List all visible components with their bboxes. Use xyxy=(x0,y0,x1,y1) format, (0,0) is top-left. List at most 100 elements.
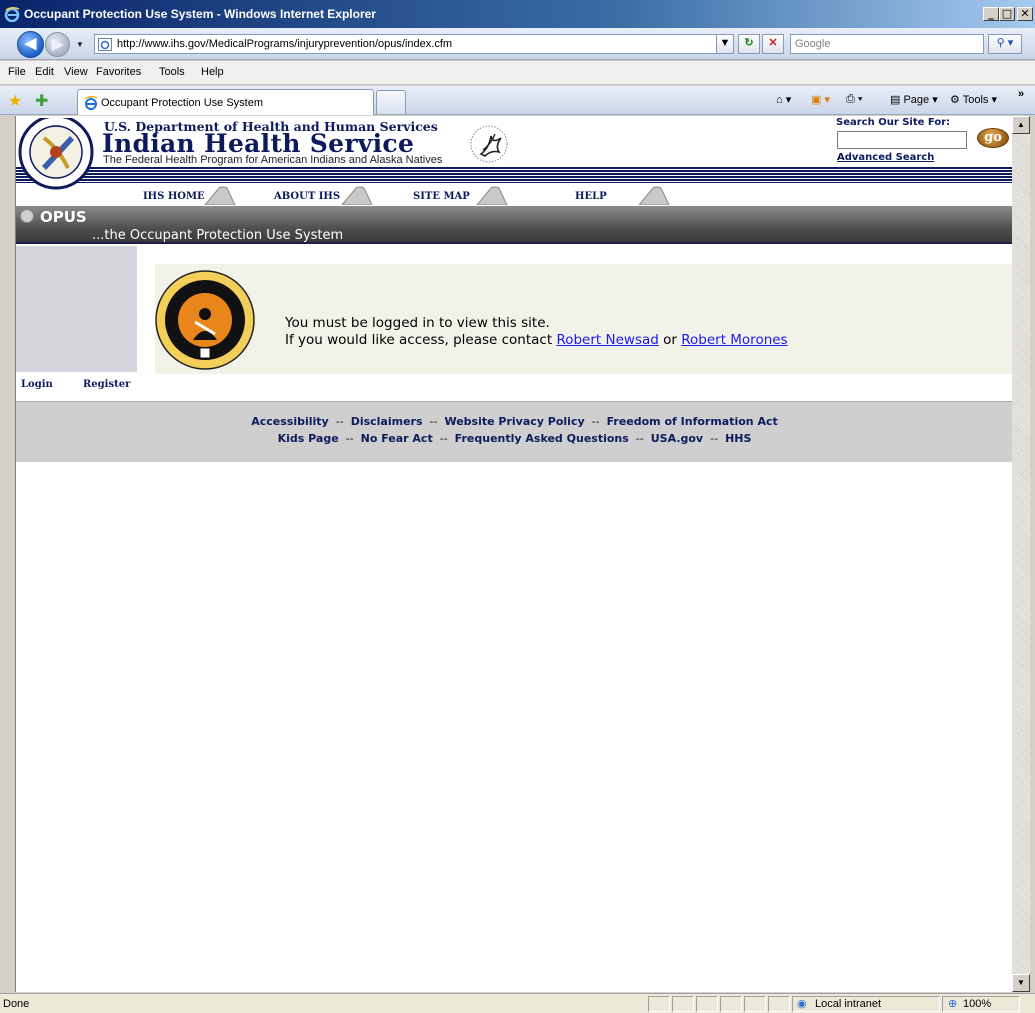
nav-ihs-home[interactable]: IHS HOME xyxy=(143,191,205,202)
footer-separator: -- xyxy=(439,432,448,445)
nav-tab-divider xyxy=(341,186,373,205)
footer-link-faq[interactable]: Frequently Asked Questions xyxy=(455,432,629,445)
internet-explorer-icon xyxy=(4,6,20,22)
opus-banner: OPUS ...the Occupant Protection Use Syst… xyxy=(16,206,1012,244)
security-zone-text: Local intranet xyxy=(815,998,882,1010)
page-viewport: U.S. Department of Health and Human Serv… xyxy=(15,116,1012,992)
footer-separator: -- xyxy=(345,432,354,445)
advanced-search-link[interactable]: Advanced Search xyxy=(837,152,934,163)
footer-link-accessibility[interactable]: Accessibility xyxy=(251,415,329,428)
address-text: http://www.ihs.gov/MedicalPrograms/injur… xyxy=(117,38,453,50)
tab-label: Occupant Protection Use System xyxy=(101,97,264,109)
internet-explorer-icon xyxy=(84,96,98,110)
agency-tagline: The Federal Health Program for American … xyxy=(103,154,443,166)
go-button[interactable]: go xyxy=(977,128,1009,148)
or-text: or xyxy=(663,332,677,348)
menu-tools[interactable]: Tools xyxy=(159,66,185,78)
page-footer: Accessibility -- Disclaimers -- Website Priv… xyxy=(16,401,1012,462)
minimize-button[interactable]: _ xyxy=(983,7,999,21)
nav-help[interactable]: HELP xyxy=(575,191,607,202)
opus-subtitle: ...the Occupant Protection Use System xyxy=(92,228,344,243)
print-icon[interactable]: ⎙ ▾ xyxy=(846,93,862,106)
footer-separator: -- xyxy=(635,432,644,445)
nav-site-map[interactable]: SITE MAP xyxy=(413,191,470,202)
page-menu[interactable]: ▤ Page ▾ xyxy=(890,93,938,106)
footer-separator: -- xyxy=(710,432,719,445)
contact-link-newsad[interactable]: Robert Newsad xyxy=(556,332,658,348)
window-titlebar: Occupant Protection Use System - Windows… xyxy=(0,0,1035,28)
footer-link-usagov[interactable]: USA.gov xyxy=(651,432,703,445)
access-contact-message: If you would like access, please contact… xyxy=(285,332,788,348)
site-search-input[interactable] xyxy=(837,131,967,149)
footer-link-hhs[interactable]: HHS xyxy=(725,432,751,445)
nav-tab-divider xyxy=(204,186,236,205)
register-link[interactable]: Register xyxy=(83,379,130,390)
address-field[interactable]: http://www.ihs.gov/MedicalPrograms/injur… xyxy=(94,34,734,54)
footer-link-foia[interactable]: Freedom of Information Act xyxy=(607,415,778,428)
scroll-up-icon[interactable]: ▲ xyxy=(1012,116,1030,134)
stop-button[interactable]: ✕ xyxy=(762,34,784,54)
login-required-message: You must be logged in to view this site. xyxy=(285,315,550,331)
add-favorite-icon[interactable]: ✚ xyxy=(35,91,48,111)
zoom-level[interactable]: 100% xyxy=(963,998,991,1010)
footer-row: Kids Page -- No Fear Act -- Frequently Asked… xyxy=(16,432,1012,445)
search-input[interactable]: Google xyxy=(790,34,984,54)
address-dropdown-icon[interactable]: ▼ xyxy=(716,34,734,54)
footer-separator: -- xyxy=(429,415,438,428)
tools-menu-label: Tools xyxy=(962,94,989,106)
footer-link-privacy[interactable]: Website Privacy Policy xyxy=(444,415,584,428)
menu-edit[interactable]: Edit xyxy=(35,66,54,78)
window-title: Occupant Protection Use System - Windows… xyxy=(24,7,376,21)
menu-file[interactable]: File xyxy=(8,66,26,78)
maximize-button[interactable]: □ xyxy=(999,7,1015,21)
status-panel xyxy=(696,996,718,1012)
opus-small-icon xyxy=(20,209,34,223)
page-menu-label: Page xyxy=(903,94,930,106)
contact-link-morones[interactable]: Robert Morones xyxy=(681,332,787,348)
ihs-seal-logo xyxy=(18,118,94,190)
tab-opus[interactable]: Occupant Protection Use System xyxy=(77,89,374,115)
status-bar: Done ◉ Local intranet ⊕ 100% xyxy=(0,993,1035,1013)
intranet-zone-icon: ◉ xyxy=(797,998,807,1010)
status-panel xyxy=(720,996,742,1012)
menu-view[interactable]: View xyxy=(64,66,88,78)
search-icon[interactable]: ⚲ ▾ xyxy=(988,34,1022,54)
menu-bar: File Edit View Favorites Tools Help xyxy=(0,61,1035,85)
history-dropdown-icon[interactable]: ▼ xyxy=(76,40,84,49)
tools-menu[interactable]: ⚙ Tools ▾ xyxy=(950,93,997,106)
menu-favorites[interactable]: Favorites xyxy=(96,66,141,78)
nav-tab-divider xyxy=(476,186,508,205)
footer-link-disclaimers[interactable]: Disclaimers xyxy=(351,415,423,428)
vertical-scrollbar[interactable]: ▲ ▼ xyxy=(1012,116,1030,992)
back-button[interactable]: ◀ xyxy=(17,31,44,58)
new-tab-button[interactable] xyxy=(376,90,406,114)
login-link[interactable]: Login xyxy=(21,379,53,390)
hhs-eagle-logo xyxy=(470,125,508,163)
zoom-icon: ⊕ xyxy=(948,998,958,1010)
close-button[interactable]: ✕ xyxy=(1017,7,1033,21)
sidebar-links: Login Register xyxy=(16,372,137,401)
access-prefix: If you would like access, please contact xyxy=(285,332,553,348)
menu-help[interactable]: Help xyxy=(201,66,224,78)
status-panel xyxy=(672,996,694,1012)
footer-row: Accessibility -- Disclaimers -- Website Priv… xyxy=(16,415,1012,428)
status-panel xyxy=(744,996,766,1012)
scroll-down-icon[interactable]: ▼ xyxy=(1012,974,1030,992)
main-nav: IHS HOME ABOUT IHS SITE MAP HELP xyxy=(16,185,1012,206)
refresh-button[interactable]: ↻ xyxy=(738,34,760,54)
page-icon xyxy=(98,38,112,51)
tab-bar: ★ ✚ Occupant Protection Use System ⌂ ▾ ▣… xyxy=(0,86,1035,115)
opus-seatbelt-logo xyxy=(155,270,255,370)
home-icon[interactable]: ⌂ ▾ xyxy=(776,93,791,106)
footer-separator: -- xyxy=(591,415,600,428)
forward-button[interactable]: ▶ xyxy=(45,32,70,57)
footer-link-no-fear[interactable]: No Fear Act xyxy=(361,432,433,445)
footer-link-kids[interactable]: Kids Page xyxy=(278,432,339,445)
feeds-icon[interactable]: ▣ ▾ xyxy=(811,93,830,106)
favorites-star-icon[interactable]: ★ xyxy=(8,91,22,111)
site-search-label: Search Our Site For: xyxy=(836,117,951,128)
status-panel xyxy=(768,996,790,1012)
status-text: Done xyxy=(3,998,30,1010)
chevron-more-icon[interactable]: » xyxy=(1018,88,1024,100)
nav-about-ihs[interactable]: ABOUT IHS xyxy=(274,191,340,202)
